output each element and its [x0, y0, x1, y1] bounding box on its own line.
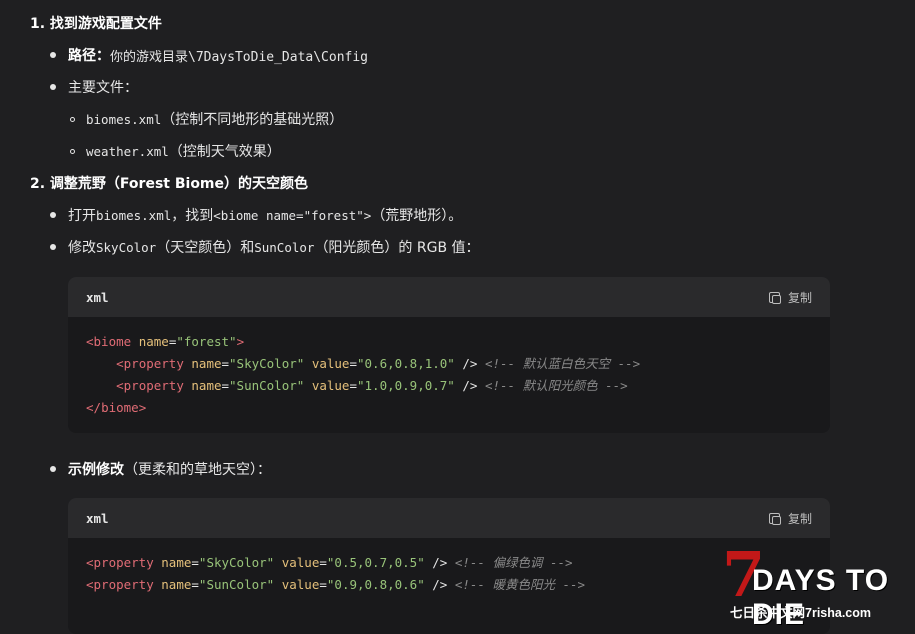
bullet-icon [50, 244, 56, 250]
step2-text-a: 修改 [68, 240, 96, 256]
list-item-weather-file: weather.xml （控制天气效果） [70, 141, 281, 161]
path-label: 路径： [68, 48, 110, 64]
copy-button[interactable]: 复制 [768, 510, 812, 527]
list-item-open-file: 打开 biomes.xml ，找到 <biome name="forest"> … [50, 205, 462, 225]
bullet-icon [50, 52, 56, 58]
biomes-file-name: biomes.xml [86, 111, 162, 127]
watermark-logo: 7 DAYS TO DIE 七日杀中文网7risha.com [722, 544, 912, 632]
code-block-body: <biome name="forest"> <property name="Sk… [68, 317, 830, 433]
copy-icon [768, 512, 781, 525]
code-line: <property name="SkyColor" value="0.6,0.8… [116, 356, 641, 371]
logo-subtitle: 七日杀中文网7risha.com [730, 606, 872, 620]
list-item-path: 路径： 你的游戏目录\7DaysToDie_Data\Config [50, 45, 368, 65]
circle-bullet-icon [70, 148, 75, 154]
list-item-example: 示例修改 （更柔和的草地天空）： [50, 459, 271, 479]
circle-bullet-icon [70, 116, 75, 122]
code-line: <biome name="forest"> [86, 334, 245, 349]
code-line: <property name="SunColor" value="1.0,0.9… [116, 378, 628, 393]
code-block-header: xml 复制 [68, 498, 830, 538]
code-language-label: xml [86, 289, 109, 305]
example-label: 示例修改 [68, 462, 124, 478]
main-files-label: 主要文件： [68, 80, 138, 96]
copy-icon [768, 291, 781, 304]
code-block-biome: xml 复制 <biome name="forest"> <property n… [68, 277, 830, 433]
weather-file-desc: （控制天气效果） [168, 144, 281, 160]
copy-label: 复制 [787, 511, 812, 526]
section-2-heading: 2. 调整荒野（Forest Biome）的天空颜色 [30, 176, 309, 192]
step2-text-b: （天空颜色）和 [156, 240, 255, 256]
path-value: 你的游戏目录\7DaysToDie_Data\Config [110, 49, 369, 65]
step2-text-c: （阳光颜色）的 RGB 值： [314, 240, 480, 256]
copy-label: 复制 [787, 290, 812, 305]
bullet-icon [50, 466, 56, 472]
code-language-label: xml [86, 510, 109, 526]
step2-code-suncolor: SunColor [254, 239, 315, 255]
list-item-modify-colors: 修改 SkyColor （天空颜色）和 SunColor （阳光颜色）的 RGB… [50, 237, 480, 257]
step1-text-a: 打开 [68, 208, 96, 224]
bullet-icon [50, 84, 56, 90]
code-line: <property name="SunColor" value="0.9,0.8… [86, 577, 586, 592]
list-item-main-files: 主要文件： [50, 77, 138, 97]
bullet-icon [50, 212, 56, 218]
step1-text-c: （荒野地形）。 [371, 208, 463, 224]
code-block-example: xml 复制 <property name="SkyColor" value="… [68, 498, 830, 634]
code-line: </biome> [86, 400, 147, 415]
logo-text: DAYS TO DIE [752, 564, 890, 631]
biomes-file-desc: （控制不同地形的基础光照） [161, 112, 344, 128]
code-line: <property name="SkyColor" value="0.5,0.7… [86, 555, 573, 570]
step1-text-b: ，找到 [171, 208, 214, 224]
step2-code-skycolor: SkyColor [96, 239, 157, 255]
example-text: （更柔和的草地天空）： [124, 462, 271, 478]
code-block-body: <property name="SkyColor" value="0.5,0.7… [68, 538, 830, 610]
section-1-heading: 1. 找到游戏配置文件 [30, 16, 162, 32]
list-item-biomes-file: biomes.xml （控制不同地形的基础光照） [70, 109, 343, 129]
copy-button[interactable]: 复制 [768, 289, 812, 306]
weather-file-name: weather.xml [86, 143, 169, 159]
code-block-header: xml 复制 [68, 277, 830, 317]
step1-code: <biome name="forest"> [213, 207, 372, 223]
step1-file: biomes.xml [96, 207, 172, 223]
